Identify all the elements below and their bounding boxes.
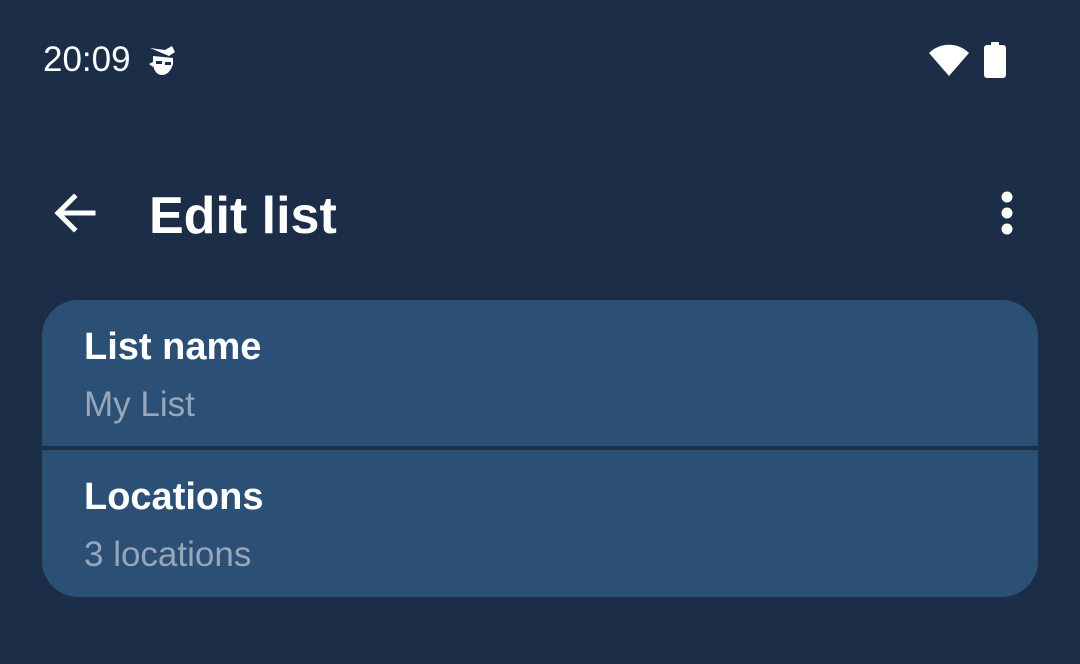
list-name-item[interactable]: List name My List — [42, 300, 1038, 447]
locations-title: Locations — [84, 476, 264, 518]
locations-count: 3 locations — [84, 535, 252, 574]
back-button[interactable] — [40, 180, 110, 250]
overflow-menu-button[interactable] — [972, 180, 1042, 250]
incognito-icon — [147, 44, 179, 78]
status-bar: 20:09 — [0, 0, 1080, 120]
list-name-title: List name — [84, 326, 262, 368]
arrow-back-icon — [53, 193, 97, 237]
page-title: Edit list — [149, 187, 337, 245]
more-vert-icon — [1000, 191, 1014, 239]
list-name-value: My List — [84, 385, 195, 424]
status-time: 20:09 — [43, 40, 131, 79]
settings-card: List name My List Locations 3 locations — [42, 300, 1038, 597]
locations-item[interactable]: Locations 3 locations — [42, 450, 1038, 597]
battery-icon — [984, 42, 1006, 78]
wifi-icon — [929, 44, 969, 76]
app-bar: Edit list — [0, 160, 1080, 272]
